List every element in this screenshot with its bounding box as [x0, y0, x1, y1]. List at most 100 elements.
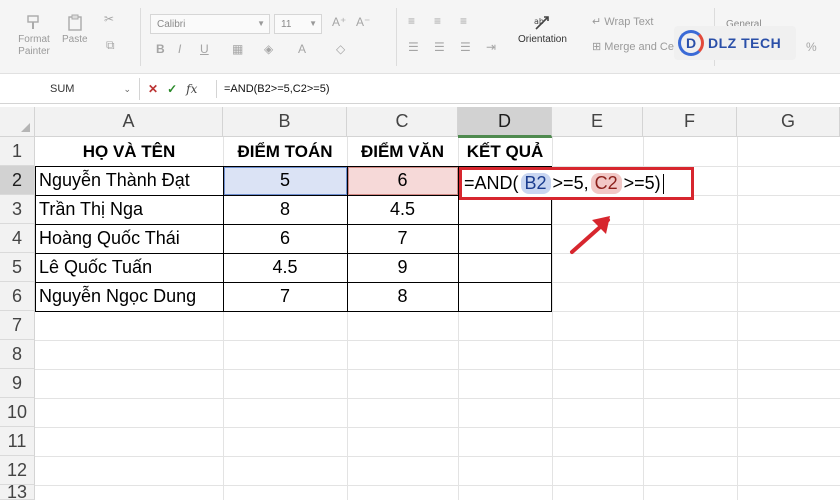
header-diem-toan[interactable]: ĐIỂM TOÁN — [223, 137, 347, 166]
border-icon[interactable]: ▦ — [232, 42, 243, 56]
clear-format-icon[interactable]: ◇ — [336, 42, 345, 56]
header-diem-van[interactable]: ĐIỂM VĂN — [347, 137, 458, 166]
chevron-down-icon: ⌄ — [123, 84, 131, 94]
row-header-6[interactable]: 6 — [0, 282, 35, 311]
text-caret — [662, 173, 664, 194]
font-size-select[interactable]: 11 ▼ — [274, 14, 322, 34]
table-cell-name[interactable]: Nguyễn Thành Đạt — [35, 166, 223, 195]
wrap-text-icon: ↵ — [592, 16, 605, 28]
column-header-c[interactable]: C — [347, 107, 458, 137]
table-cell-name[interactable]: Nguyễn Ngọc Dung — [35, 282, 223, 311]
align-top-icon[interactable]: ≡ — [408, 14, 415, 28]
font-color-icon[interactable]: A — [298, 42, 306, 56]
column-header-d[interactable]: D — [458, 107, 552, 137]
italic-icon[interactable]: I — [178, 42, 181, 56]
align-right-icon[interactable]: ☰ — [460, 40, 471, 54]
font-name-value: Calibri — [157, 18, 186, 30]
select-all-icon — [21, 123, 30, 132]
paste-button[interactable]: Paste — [62, 12, 88, 46]
percent-icon[interactable]: % — [806, 40, 817, 54]
row-header-13[interactable]: 13 — [0, 482, 35, 500]
formula-bar: SUM ⌄ ✕ ✓ fx =AND(B2>=5,C2>=5) — [0, 74, 840, 104]
indent-icon[interactable]: ⇥ — [486, 40, 496, 54]
row-header-7[interactable]: 7 — [0, 311, 35, 340]
row-header-11[interactable]: 11 — [0, 427, 35, 456]
orientation-icon: ab — [531, 12, 553, 34]
gridline — [35, 456, 840, 457]
row-header-3[interactable]: 3 — [0, 195, 35, 224]
name-box[interactable]: SUM ⌄ — [2, 78, 140, 100]
table-cell-name[interactable]: Lê Quốc Tuấn — [35, 253, 223, 282]
formula-controls: ✕ ✓ fx — [148, 78, 197, 100]
column-header-b[interactable]: B — [223, 107, 347, 137]
header-ket-qua[interactable]: KẾT QUẢ — [458, 137, 552, 166]
formula-ref-c2: C2 — [590, 173, 622, 194]
align-middle-icon[interactable]: ≡ — [434, 14, 441, 28]
table-cell-math[interactable]: 4.5 — [223, 253, 347, 282]
confirm-icon[interactable]: ✓ — [167, 82, 177, 96]
fill-color-icon[interactable]: ◈ — [264, 42, 273, 56]
row-header-9[interactable]: 9 — [0, 369, 35, 398]
table-cell-literature[interactable]: 6 — [347, 166, 458, 195]
svg-text:ab: ab — [534, 17, 544, 26]
insert-function-icon[interactable]: fx — [186, 82, 197, 96]
wrap-text-label: Wrap Text — [604, 16, 654, 28]
table-cell-name[interactable]: Hoàng Quốc Thái — [35, 224, 223, 253]
table-cell-math[interactable]: 8 — [223, 195, 347, 224]
formula-part-function: =AND( — [464, 173, 519, 193]
underline-icon[interactable]: U — [200, 42, 209, 56]
format-painter-icon — [23, 12, 45, 34]
table-cell-math[interactable]: 6 — [223, 224, 347, 253]
row-header-5[interactable]: 5 — [0, 253, 35, 282]
dlz-tech-logo: D DLZ TECH — [674, 26, 796, 60]
column-header-a[interactable]: A — [35, 107, 223, 137]
paste-label: Paste — [62, 34, 88, 45]
decrease-font-icon[interactable]: A⁻ — [356, 15, 370, 29]
paste-icon — [64, 12, 86, 34]
row-header-4[interactable]: 4 — [0, 224, 35, 253]
annotation-arrow-icon — [570, 216, 610, 254]
copy-icon[interactable]: ⧉ — [106, 38, 115, 53]
align-center-icon[interactable]: ☰ — [434, 40, 445, 54]
wrap-text-button[interactable]: ↵ Wrap Text — [592, 15, 653, 28]
spreadsheet-grid: A B C D E F G 1 2 3 4 5 6 7 8 9 10 11 12… — [0, 107, 840, 500]
row-header-10[interactable]: 10 — [0, 398, 35, 427]
table-cell-literature[interactable]: 7 — [347, 224, 458, 253]
select-all-button[interactable] — [0, 107, 35, 137]
font-size-value: 11 — [281, 18, 292, 30]
row-header-8[interactable]: 8 — [0, 340, 35, 369]
cancel-icon[interactable]: ✕ — [148, 82, 158, 96]
bold-icon[interactable]: B — [156, 42, 165, 56]
column-header-e[interactable]: E — [552, 107, 643, 137]
ribbon-separator — [140, 8, 141, 66]
align-bottom-icon[interactable]: ≡ — [460, 14, 467, 28]
table-cell-literature[interactable]: 4.5 — [347, 195, 458, 224]
active-cell-d2-editor[interactable]: =AND( B2 >=5, C2 >=5) — [459, 167, 694, 200]
column-header-g[interactable]: G — [737, 107, 840, 137]
gridline — [35, 369, 840, 370]
orientation-label: Orientation — [518, 34, 567, 45]
format-painter-label: Format Painter — [18, 34, 50, 57]
table-cell-name[interactable]: Trần Thị Nga — [35, 195, 223, 224]
table-cell-math[interactable]: 5 — [223, 166, 347, 195]
formula-bar-separator — [216, 80, 217, 98]
cut-icon[interactable]: ✂ — [104, 12, 114, 26]
table-cell-math[interactable]: 7 — [223, 282, 347, 311]
formula-input[interactable]: =AND(B2>=5,C2>=5) — [224, 78, 329, 100]
table-cell-literature[interactable]: 9 — [347, 253, 458, 282]
ribbon: Format Painter Paste ✂ ⧉ Calibri ▼ 11 ▼ … — [0, 0, 840, 74]
chevron-down-icon: ▼ — [257, 19, 265, 28]
format-painter-button[interactable]: Format Painter — [14, 12, 54, 58]
table-cell-literature[interactable]: 8 — [347, 282, 458, 311]
row-header-1[interactable]: 1 — [0, 137, 35, 166]
increase-font-icon[interactable]: A⁺ — [332, 15, 346, 29]
align-left-icon[interactable]: ☰ — [408, 40, 419, 54]
header-ho-va-ten[interactable]: HỌ VÀ TÊN — [35, 137, 223, 166]
row-header-2[interactable]: 2 — [0, 166, 35, 195]
orientation-button[interactable]: ab Orientation — [518, 12, 567, 46]
column-header-f[interactable]: F — [643, 107, 737, 137]
gridline — [737, 137, 738, 500]
font-name-select[interactable]: Calibri ▼ — [150, 14, 270, 34]
formula-part-condition1: >=5, — [552, 173, 589, 193]
ribbon-separator — [396, 8, 397, 66]
